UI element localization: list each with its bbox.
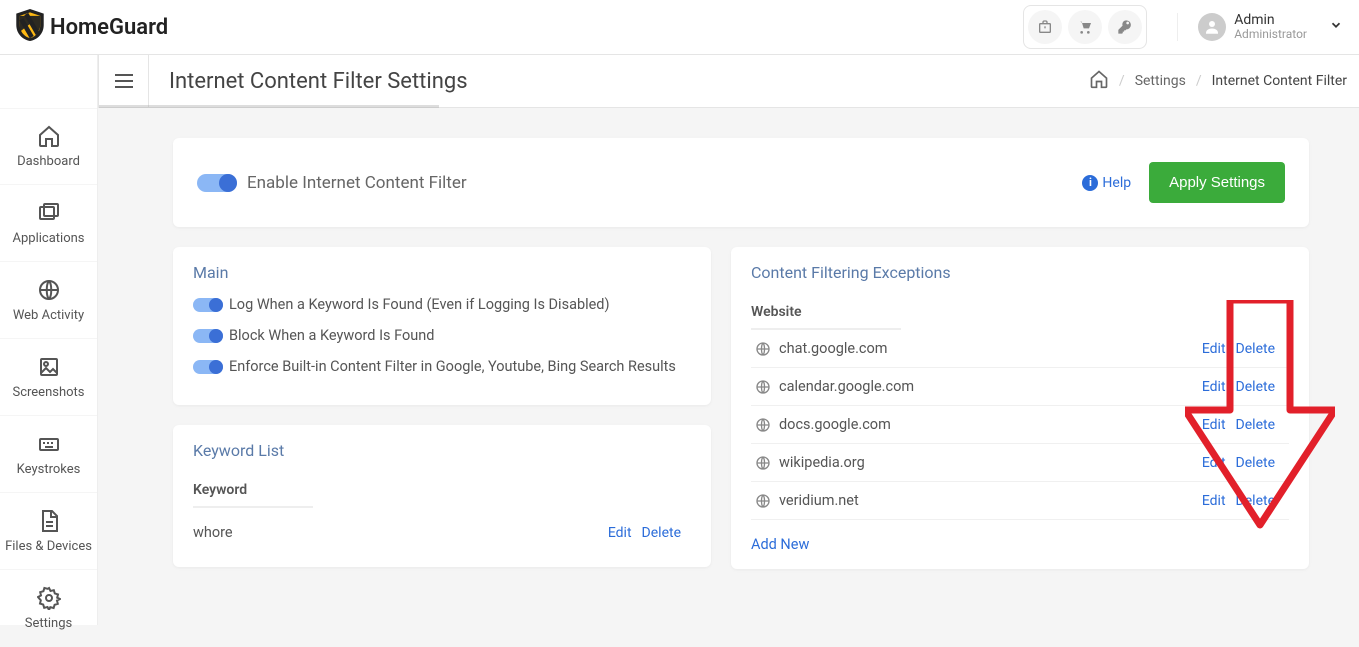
top-right: Admin Administrator xyxy=(1023,5,1343,49)
sidebar-item-settings[interactable]: Settings xyxy=(0,570,97,647)
user-menu[interactable]: Admin Administrator xyxy=(1177,13,1343,42)
hamburger-icon xyxy=(115,74,133,88)
exception-url: calendar.google.com xyxy=(779,378,1202,395)
globe-icon xyxy=(755,341,771,357)
keyword-list-card: Keyword List Keyword whore Edit Delete xyxy=(173,425,711,567)
sidebar-label: Keystrokes xyxy=(17,462,81,477)
toggle-block-keyword: Block When a Keyword Is Found xyxy=(193,327,691,344)
toggle-switch[interactable] xyxy=(193,360,223,374)
gear-icon xyxy=(37,586,61,610)
main-card-title: Main xyxy=(193,263,691,282)
enable-filter-label: Enable Internet Content Filter xyxy=(247,173,467,193)
sidebar-label: Dashboard xyxy=(17,154,80,169)
cart-icon[interactable] xyxy=(1068,10,1102,44)
add-new-link[interactable]: Add New xyxy=(751,536,809,553)
edit-link[interactable]: Edit xyxy=(1202,455,1226,471)
avatar-icon xyxy=(1198,13,1226,41)
website-header: Website xyxy=(751,296,901,330)
delete-link[interactable]: Delete xyxy=(1236,493,1275,509)
breadcrumb-link-settings[interactable]: Settings xyxy=(1135,73,1186,89)
sidebar: Dashboard Applications Web Activity Scre… xyxy=(0,55,98,625)
delete-link[interactable]: Delete xyxy=(642,525,681,541)
globe-icon xyxy=(37,278,61,302)
sidebar-item-applications[interactable]: Applications xyxy=(0,185,97,262)
keyword-row: whore Edit Delete xyxy=(193,514,691,551)
toggle-switch[interactable] xyxy=(193,329,223,343)
main-card: Main Log When a Keyword Is Found (Even i… xyxy=(173,247,711,405)
user-text: Admin Administrator xyxy=(1234,13,1307,42)
keyword-header: Keyword xyxy=(193,474,313,508)
page-header: Internet Content Filter Settings / Setti… xyxy=(98,55,1359,108)
delete-link[interactable]: Delete xyxy=(1236,455,1275,471)
delete-link[interactable]: Delete xyxy=(1236,341,1275,357)
window-icon xyxy=(37,201,61,225)
sidebar-item-web-activity[interactable]: Web Activity xyxy=(0,262,97,339)
chevron-down-icon xyxy=(1329,17,1343,36)
breadcrumb: / Settings / Internet Content Filter xyxy=(1089,69,1359,93)
exception-url: docs.google.com xyxy=(779,416,1202,433)
exceptions-title: Content Filtering Exceptions xyxy=(751,263,1289,282)
breadcrumb-current: Internet Content Filter xyxy=(1212,73,1347,89)
top-bar: HomeGuard Admin Administrator xyxy=(0,0,1359,55)
sidebar-label: Files & Devices xyxy=(5,539,92,554)
keyboard-icon xyxy=(37,432,61,456)
help-link[interactable]: iHelp xyxy=(1082,175,1131,191)
toggle-safesearch: Enforce Built-in Content Filter in Googl… xyxy=(193,358,691,375)
exception-row: docs.google.com Edit Delete xyxy=(751,406,1289,444)
edit-link[interactable]: Edit xyxy=(608,525,632,541)
image-icon xyxy=(37,355,61,379)
edit-link[interactable]: Edit xyxy=(1202,417,1226,433)
info-icon: i xyxy=(1082,175,1098,191)
document-icon xyxy=(37,509,61,533)
key-icon[interactable] xyxy=(1108,10,1142,44)
briefcase-icon[interactable] xyxy=(1028,10,1062,44)
sidebar-label: Settings xyxy=(25,616,72,631)
page-title: Internet Content Filter Settings xyxy=(149,69,1089,94)
globe-icon xyxy=(755,455,771,471)
sidebar-item-files-devices[interactable]: Files & Devices xyxy=(0,493,97,570)
keyword-card-title: Keyword List xyxy=(193,441,691,460)
exception-url: veridium.net xyxy=(779,492,1202,509)
home-icon[interactable] xyxy=(1089,69,1109,93)
toggle-switch[interactable] xyxy=(193,298,223,312)
exceptions-card: Content Filtering Exceptions Website cha… xyxy=(731,247,1309,569)
content-area: Enable Internet Content Filter iHelp App… xyxy=(148,108,1341,625)
keyword-value: whore xyxy=(193,524,608,541)
exception-row: veridium.net Edit Delete xyxy=(751,482,1289,520)
brand-shield-icon xyxy=(16,9,44,45)
sidebar-label: Web Activity xyxy=(13,308,84,323)
sidebar-item-keystrokes[interactable]: Keystrokes xyxy=(0,416,97,493)
edit-link[interactable]: Edit xyxy=(1202,379,1226,395)
globe-icon xyxy=(755,379,771,395)
brand[interactable]: HomeGuard xyxy=(16,9,168,45)
toggle-log-keyword: Log When a Keyword Is Found (Even if Log… xyxy=(193,296,691,313)
user-role: Administrator xyxy=(1234,28,1307,41)
apply-settings-button[interactable]: Apply Settings xyxy=(1149,162,1285,203)
top-icon-group xyxy=(1023,5,1147,49)
delete-link[interactable]: Delete xyxy=(1236,379,1275,395)
sidebar-label: Applications xyxy=(13,231,85,246)
sidebar-item-screenshots[interactable]: Screenshots xyxy=(0,339,97,416)
delete-link[interactable]: Delete xyxy=(1236,417,1275,433)
user-name: Admin xyxy=(1234,13,1307,28)
sidebar-item-dashboard[interactable]: Dashboard xyxy=(0,108,97,185)
edit-link[interactable]: Edit xyxy=(1202,341,1226,357)
exception-url: wikipedia.org xyxy=(779,454,1202,471)
exception-row: wikipedia.org Edit Delete xyxy=(751,444,1289,482)
exception-row: calendar.google.com Edit Delete xyxy=(751,368,1289,406)
exception-url: chat.google.com xyxy=(779,340,1202,357)
home-icon xyxy=(37,124,61,148)
brand-name: HomeGuard xyxy=(50,15,168,40)
sidebar-label: Screenshots xyxy=(12,385,84,400)
sidebar-toggle-button[interactable] xyxy=(99,55,149,107)
edit-link[interactable]: Edit xyxy=(1202,493,1226,509)
globe-icon xyxy=(755,417,771,433)
hero-card: Enable Internet Content Filter iHelp App… xyxy=(173,138,1309,227)
exception-row: chat.google.com Edit Delete xyxy=(751,330,1289,368)
enable-filter-toggle[interactable] xyxy=(197,174,237,192)
globe-icon xyxy=(755,493,771,509)
